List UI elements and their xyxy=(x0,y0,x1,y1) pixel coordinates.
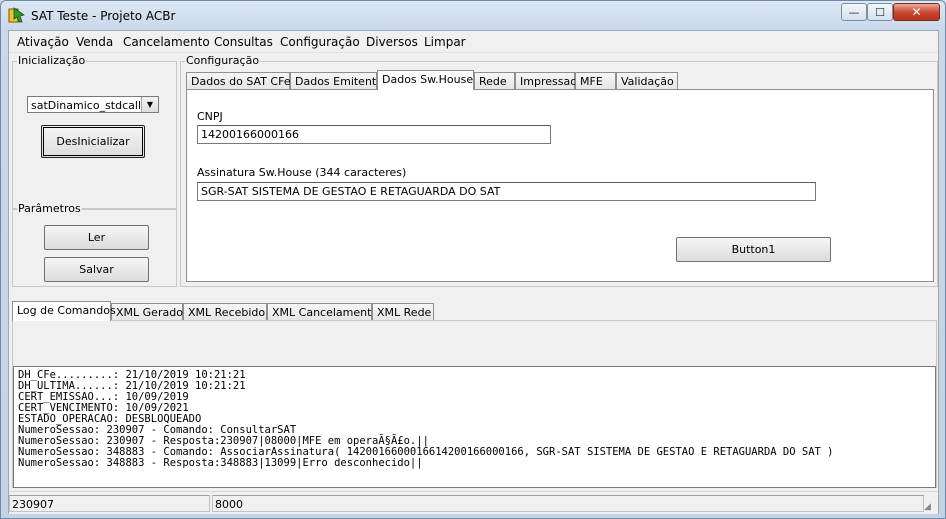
menu-ativacao[interactable]: Ativação xyxy=(17,35,69,49)
init-group-label: Inicialização xyxy=(17,54,87,67)
window-title: SAT Teste - Projeto ACBr xyxy=(31,9,176,23)
signature-label: Assinatura Sw.House (344 caracteres) xyxy=(197,166,407,179)
status-session: 230907 xyxy=(9,495,210,512)
client-area: Ativação Venda Cancelamento Consultas Co… xyxy=(8,30,939,514)
init-group: Inicialização satDinamico_stdcall ▼ DesI… xyxy=(12,54,177,209)
swhouse-tab-page: CNPJ 14200166000166 Assinatura Sw.House … xyxy=(186,89,934,282)
menu-limpar[interactable]: Limpar xyxy=(424,35,466,49)
resize-grip-icon[interactable]: ◢ xyxy=(924,501,936,513)
menu-configuracao[interactable]: Configuração xyxy=(280,35,360,49)
close-button[interactable]: ✕ xyxy=(893,3,940,21)
log-tab-page: DH_CFe.........: 21/10/2019 10:21:21 DH_… xyxy=(12,320,937,488)
tab-label: XML Rede xyxy=(377,306,432,319)
menu-consultas[interactable]: Consultas xyxy=(214,35,273,49)
params-group: Parâmetros Ler Salvar xyxy=(12,202,177,287)
chevron-down-icon[interactable]: ▼ xyxy=(141,97,158,112)
tab-xml-rede[interactable]: XML Rede xyxy=(372,303,434,320)
tab-validacao[interactable]: Validação xyxy=(616,72,678,89)
tab-rede[interactable]: Rede xyxy=(474,72,515,89)
read-button-label: Ler xyxy=(87,231,106,244)
tab-label: Rede xyxy=(479,75,507,88)
deinit-button-label: DesInicializar xyxy=(56,135,130,148)
sat-library-combo[interactable]: satDinamico_stdcall ▼ xyxy=(27,96,159,113)
config-group-label: Configuração xyxy=(185,54,261,67)
tab-dados-emitente[interactable]: Dados Emitente xyxy=(290,72,383,89)
tab-label: Dados do SAT CFe xyxy=(191,75,291,88)
signature-field[interactable]: SGR-SAT SISTEMA DE GESTAO E RETAGUARDA D… xyxy=(197,182,816,201)
button1[interactable]: Button1 xyxy=(676,237,831,262)
config-tabs: Dados do SAT CFe Dados Emitente Dados Sw… xyxy=(186,70,934,90)
tab-log-comandos[interactable]: Log de Comandos xyxy=(12,301,116,321)
tab-label: Validação xyxy=(621,75,674,88)
save-button-label: Salvar xyxy=(79,263,114,276)
title-bar[interactable]: SAT Teste - Projeto ACBr — ☐ ✕ xyxy=(1,1,945,30)
menu-cancelamento[interactable]: Cancelamento xyxy=(123,35,210,49)
app-window: SAT Teste - Projeto ACBr — ☐ ✕ Ativação … xyxy=(0,0,946,519)
status-code: 8000 xyxy=(212,495,924,512)
read-button[interactable]: Ler xyxy=(44,225,149,250)
tab-xml-gerado[interactable]: XML Gerado xyxy=(111,303,183,320)
minimize-icon: — xyxy=(848,5,860,19)
button1-label: Button1 xyxy=(731,243,776,256)
tab-label: Impressao xyxy=(520,75,577,88)
tab-impressao[interactable]: Impressao xyxy=(515,72,577,89)
cnpj-label: CNPJ xyxy=(197,110,223,123)
minimize-button[interactable]: — xyxy=(841,3,867,21)
tab-label: XML Recebido xyxy=(188,306,266,319)
menu-venda[interactable]: Venda xyxy=(76,35,113,49)
cnpj-field[interactable]: 14200166000166 xyxy=(197,125,551,144)
tab-label: Dados Sw.House xyxy=(382,73,474,86)
tab-dados-swhouse[interactable]: Dados Sw.House xyxy=(377,70,474,90)
tab-label: MFE xyxy=(580,75,603,88)
tab-xml-recebido[interactable]: XML Recebido xyxy=(183,303,267,320)
maximize-icon: ☐ xyxy=(875,5,885,19)
log-tabs: Log de Comandos XML Gerado XML Recebido … xyxy=(12,301,937,321)
params-group-label: Parâmetros xyxy=(17,202,82,215)
tab-label: Log de Comandos xyxy=(17,304,116,317)
menu-diversos[interactable]: Diversos xyxy=(366,35,418,49)
sat-library-value: satDinamico_stdcall xyxy=(31,99,141,112)
tab-dados-sat-cfe[interactable]: Dados do SAT CFe xyxy=(186,72,291,89)
menu-bar: Ativação Venda Cancelamento Consultas Co… xyxy=(9,31,938,53)
tab-mfe[interactable]: MFE xyxy=(575,72,616,89)
save-button[interactable]: Salvar xyxy=(44,257,149,282)
config-group: Configuração Dados do SAT CFe Dados Emit… xyxy=(180,54,938,287)
log-line: NumeroSessao: 348883 - Resposta:348883|1… xyxy=(18,457,423,469)
tab-label: XML Cancelamento xyxy=(272,306,379,319)
tab-xml-cancelamento[interactable]: XML Cancelamento xyxy=(267,303,378,320)
tab-label: Dados Emitente xyxy=(295,75,384,88)
close-icon: ✕ xyxy=(911,5,922,19)
acbr-app-icon xyxy=(8,7,25,23)
status-bar: 230907 8000 ◢ xyxy=(9,491,938,514)
tab-label: XML Gerado xyxy=(116,306,183,319)
log-memo[interactable]: DH_CFe.........: 21/10/2019 10:21:21 DH_… xyxy=(13,366,936,488)
maximize-button[interactable]: ☐ xyxy=(867,3,893,21)
deinit-button[interactable]: DesInicializar xyxy=(41,125,145,158)
